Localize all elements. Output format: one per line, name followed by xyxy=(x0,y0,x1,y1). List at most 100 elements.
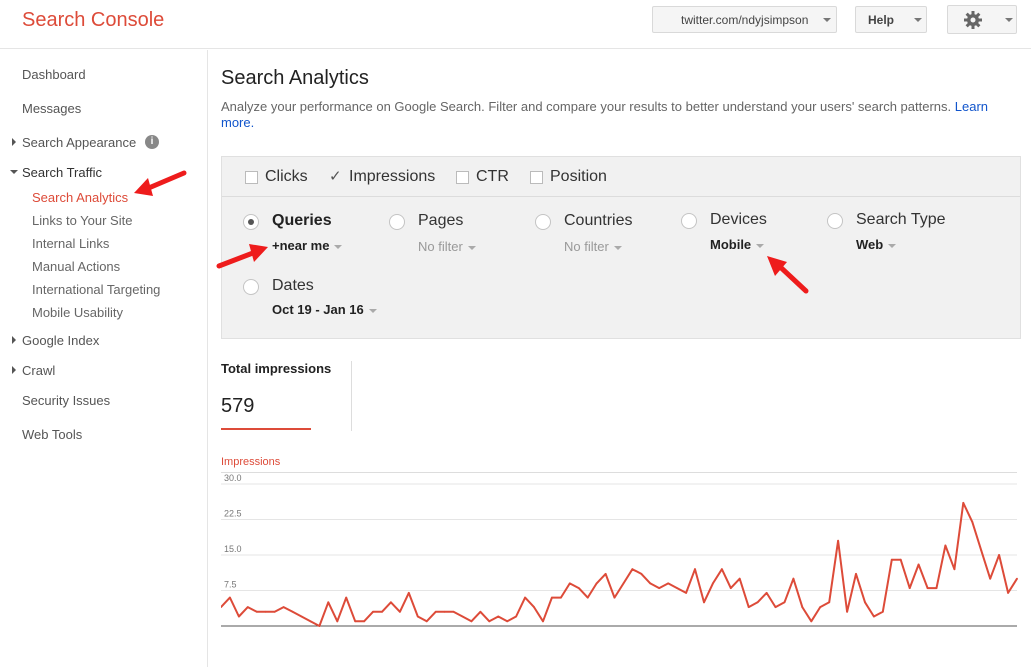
data-point[interactable] xyxy=(810,620,813,623)
expand-arrow-icon[interactable] xyxy=(12,366,16,374)
pages-filter-dropdown[interactable]: No filter xyxy=(418,239,476,254)
data-point[interactable] xyxy=(291,610,294,613)
data-point[interactable] xyxy=(255,610,258,613)
data-point[interactable] xyxy=(363,620,365,623)
data-point[interactable] xyxy=(792,577,795,580)
sidebar-item-mobile-usability[interactable]: Mobile Usability xyxy=(32,305,123,320)
data-point[interactable] xyxy=(425,620,428,623)
collapse-arrow-icon[interactable] xyxy=(10,170,18,174)
data-point[interactable] xyxy=(640,573,643,575)
data-point[interactable] xyxy=(577,587,580,589)
pages-radio[interactable] xyxy=(389,214,405,230)
data-point[interactable] xyxy=(926,587,929,589)
sidebar-item-links-to-your-site[interactable]: Links to Your Site xyxy=(32,213,132,228)
data-point[interactable] xyxy=(828,601,831,604)
data-point[interactable] xyxy=(953,568,956,571)
search-type-filter-dropdown[interactable]: Web xyxy=(856,237,897,252)
data-point[interactable] xyxy=(667,582,670,585)
info-icon[interactable]: i xyxy=(145,135,159,149)
data-point[interactable] xyxy=(318,625,321,627)
data-point[interactable] xyxy=(595,582,598,585)
data-point[interactable] xyxy=(381,610,383,613)
sidebar-item-web-tools[interactable]: Web Tools xyxy=(22,427,82,442)
site-selector[interactable]: twitter.com/ndyjsimpson xyxy=(652,6,837,33)
data-point[interactable] xyxy=(694,568,696,571)
data-point[interactable] xyxy=(551,596,553,599)
data-point[interactable] xyxy=(622,582,625,585)
data-point[interactable] xyxy=(649,582,652,585)
sidebar-item-international-targeting[interactable]: International Targeting xyxy=(32,282,160,297)
app-logo[interactable]: Search Console xyxy=(22,9,164,32)
queries-filter-dropdown[interactable]: +near me xyxy=(272,238,343,253)
data-point[interactable] xyxy=(327,601,330,604)
data-point[interactable] xyxy=(658,587,661,589)
impressions-series-line[interactable] xyxy=(221,501,1018,627)
data-point[interactable] xyxy=(703,601,705,604)
data-point[interactable] xyxy=(452,610,455,613)
data-point[interactable] xyxy=(416,615,419,618)
settings-button[interactable] xyxy=(947,5,1017,34)
data-point[interactable] xyxy=(300,615,303,618)
sidebar-item-google-index[interactable]: Google Index xyxy=(22,333,99,348)
data-point[interactable] xyxy=(434,610,437,613)
data-point[interactable] xyxy=(497,615,500,618)
data-point[interactable] xyxy=(765,592,768,594)
data-point[interactable] xyxy=(407,592,410,594)
data-point[interactable] xyxy=(846,610,848,613)
data-point[interactable] xyxy=(246,606,249,608)
checkmark-icon[interactable]: ✓ xyxy=(329,167,342,185)
expand-arrow-icon[interactable] xyxy=(12,138,16,146)
data-point[interactable] xyxy=(908,587,911,589)
data-point[interactable] xyxy=(586,596,589,599)
data-point[interactable] xyxy=(613,596,616,599)
dimension-queries-label[interactable]: Queries xyxy=(272,212,332,230)
dimension-countries-label[interactable]: Countries xyxy=(564,212,632,230)
data-point[interactable] xyxy=(568,582,571,585)
data-point[interactable] xyxy=(721,568,723,571)
data-point[interactable] xyxy=(354,620,357,623)
devices-filter-dropdown[interactable]: Mobile xyxy=(710,237,765,252)
data-point[interactable] xyxy=(238,615,240,618)
data-point[interactable] xyxy=(917,563,920,566)
sidebar-item-crawl[interactable]: Crawl xyxy=(22,363,55,378)
clicks-checkbox[interactable] xyxy=(245,171,258,184)
data-point[interactable] xyxy=(980,549,983,552)
data-point[interactable] xyxy=(783,601,786,604)
data-point[interactable] xyxy=(899,558,902,561)
data-point[interactable] xyxy=(506,620,509,623)
ctr-checkbox[interactable] xyxy=(456,171,469,184)
metric-clicks-label[interactable]: Clicks xyxy=(265,168,308,186)
dates-filter-dropdown[interactable]: Oct 19 - Jan 16 xyxy=(272,302,377,317)
data-point[interactable] xyxy=(837,539,839,542)
data-point[interactable] xyxy=(399,610,401,613)
sidebar-item-search-appearance[interactable]: Search Appearance xyxy=(22,135,136,150)
help-button[interactable]: Help xyxy=(855,6,927,33)
data-point[interactable] xyxy=(971,521,974,523)
data-point[interactable] xyxy=(604,573,607,575)
devices-radio[interactable] xyxy=(681,213,697,229)
data-point[interactable] xyxy=(336,620,339,623)
data-point[interactable] xyxy=(881,610,884,613)
data-point[interactable] xyxy=(560,596,562,599)
metric-impressions-label[interactable]: Impressions xyxy=(349,168,435,186)
impressions-chart[interactable]: 30.0 22.5 15.0 7.5 xyxy=(221,472,1021,632)
data-point[interactable] xyxy=(962,502,965,504)
sidebar-item-dashboard[interactable]: Dashboard xyxy=(22,67,86,82)
data-point[interactable] xyxy=(801,606,804,608)
sidebar-item-internal-links[interactable]: Internal Links xyxy=(32,236,109,251)
countries-filter-dropdown[interactable]: No filter xyxy=(564,239,622,254)
data-point[interactable] xyxy=(488,620,491,623)
data-point[interactable] xyxy=(372,610,374,613)
position-checkbox[interactable] xyxy=(530,171,543,184)
data-point[interactable] xyxy=(855,573,857,575)
data-point[interactable] xyxy=(461,615,464,618)
sidebar-item-messages[interactable]: Messages xyxy=(22,101,81,116)
data-point[interactable] xyxy=(989,577,992,580)
countries-radio[interactable] xyxy=(535,214,551,230)
search-type-radio[interactable] xyxy=(827,213,843,229)
data-point[interactable] xyxy=(873,615,875,618)
data-point[interactable] xyxy=(470,620,473,623)
data-point[interactable] xyxy=(1016,577,1018,580)
dimension-pages-label[interactable]: Pages xyxy=(418,212,463,230)
data-point[interactable] xyxy=(729,587,732,589)
